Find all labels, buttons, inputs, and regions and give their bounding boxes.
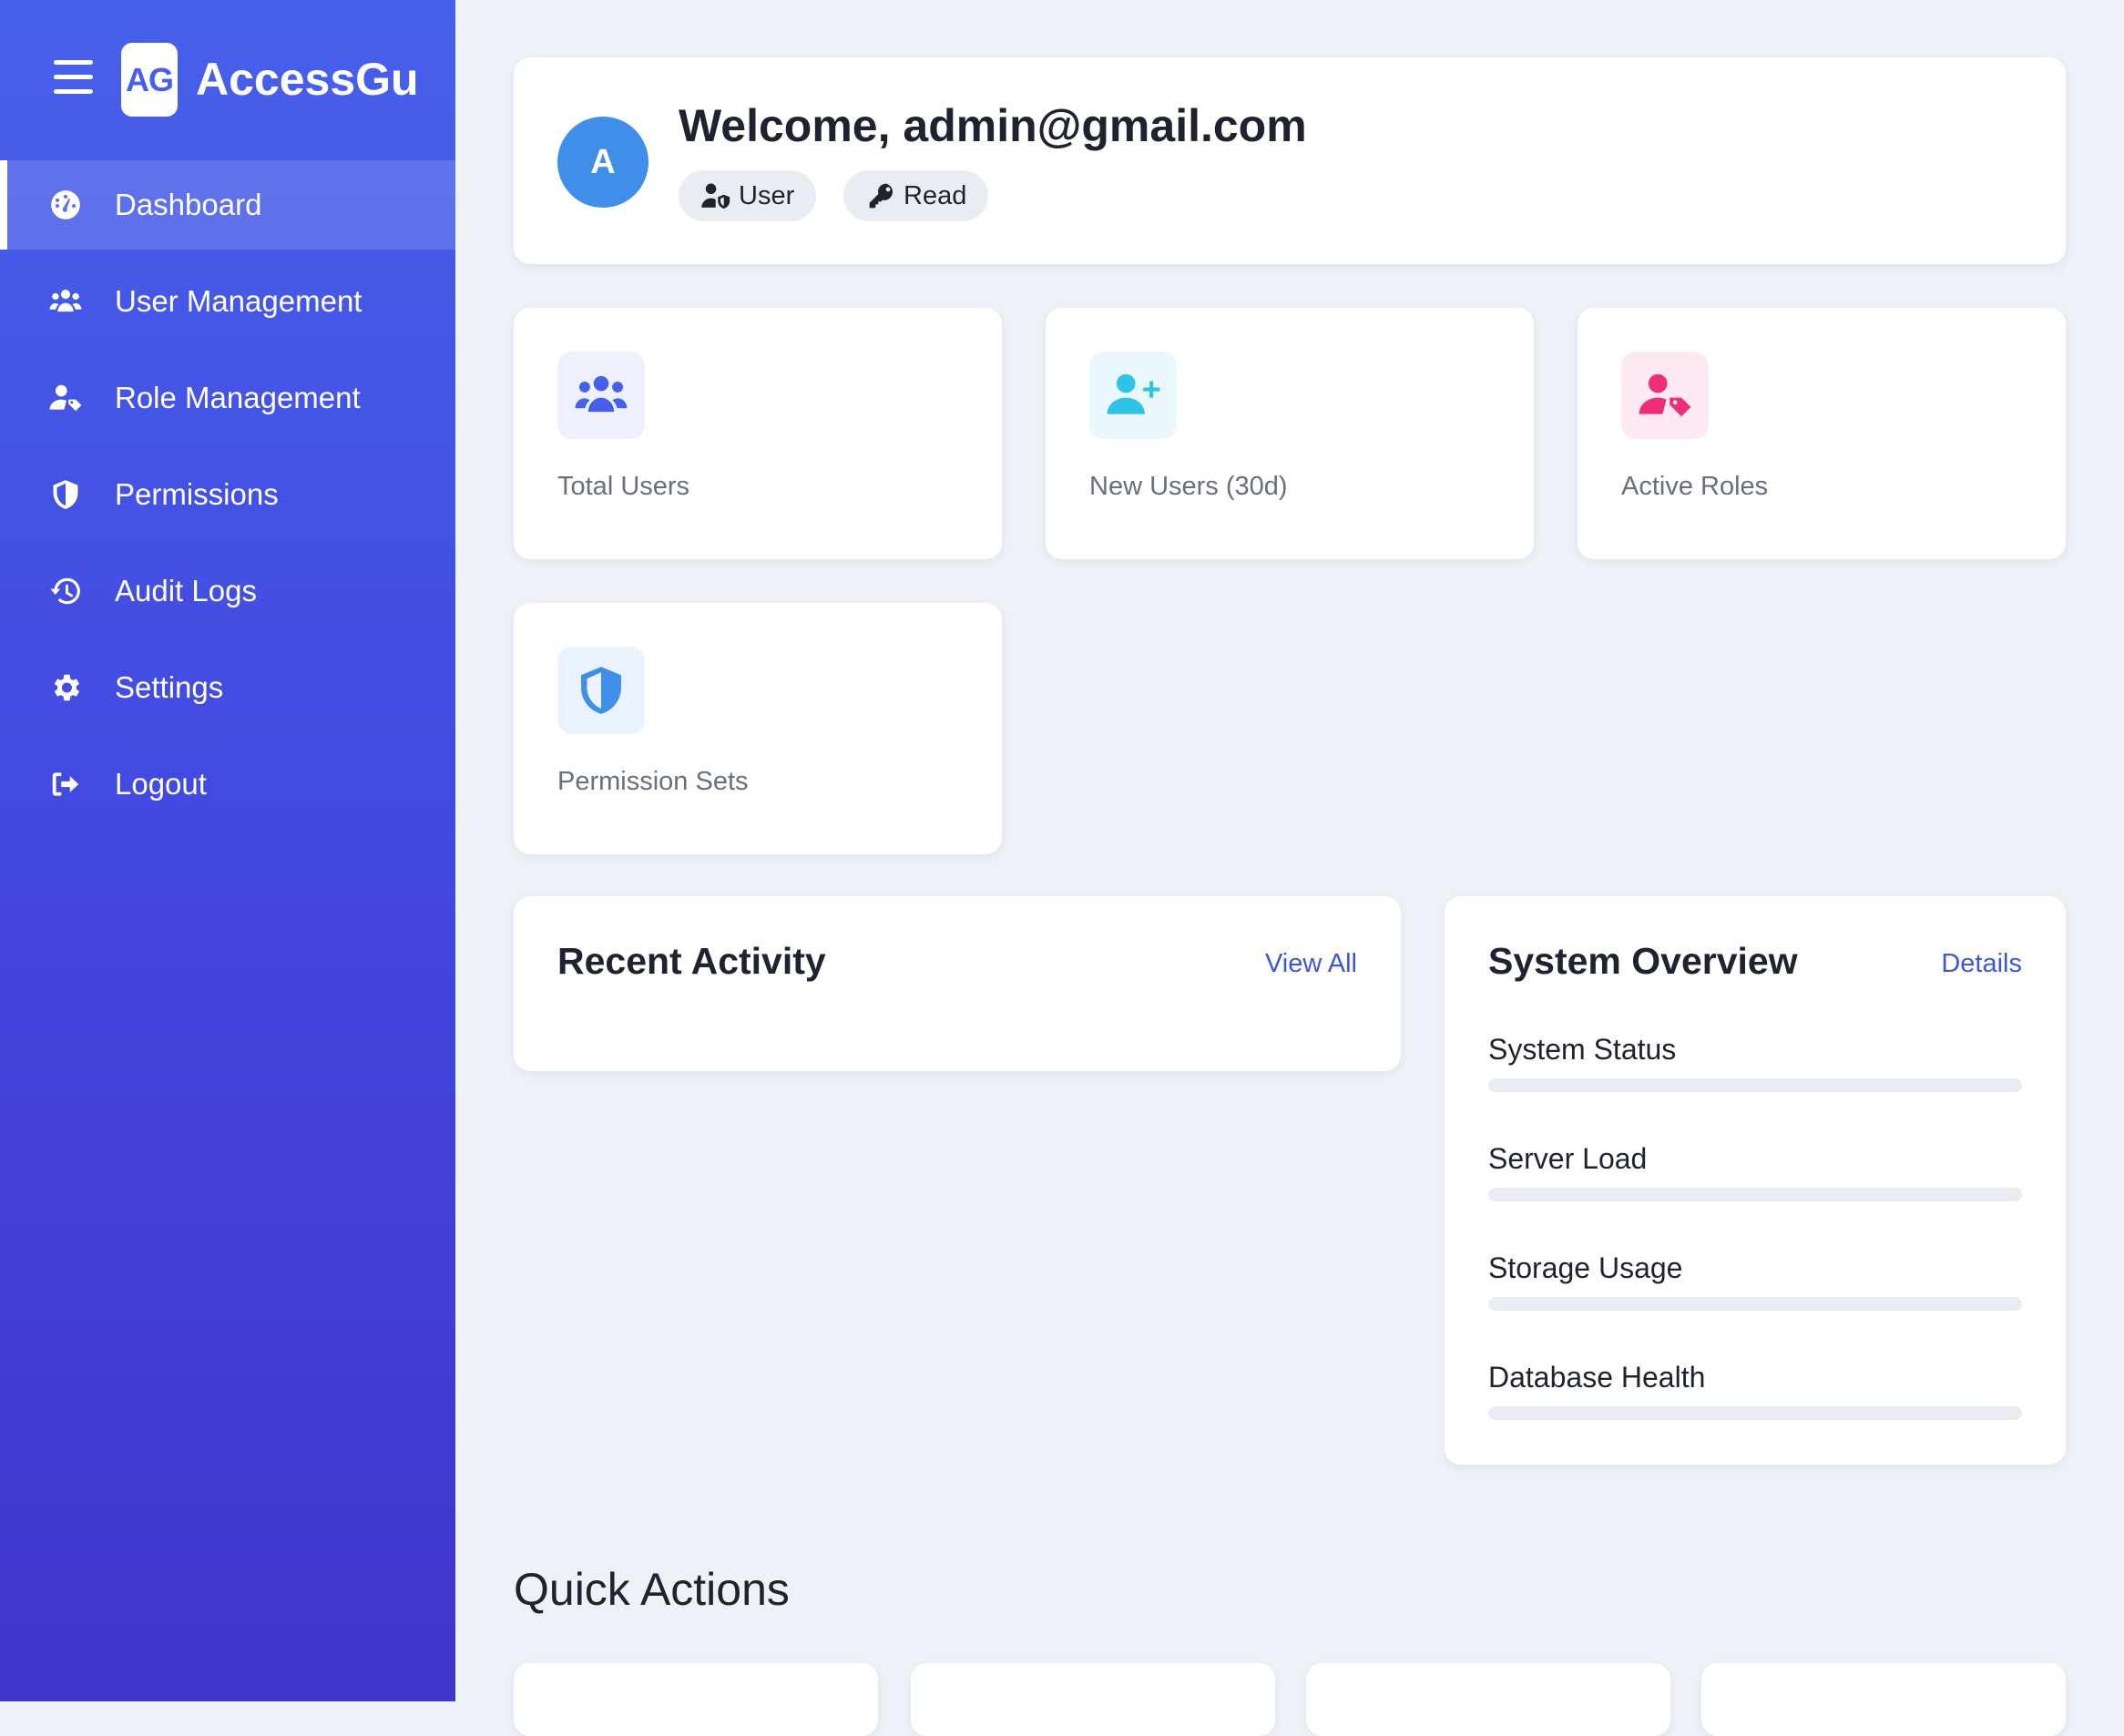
shield-halved-icon (557, 647, 645, 734)
stat-label: Permission Sets (557, 767, 749, 796)
stat-label: Active Roles (1621, 472, 1769, 501)
users-group-icon (47, 283, 84, 320)
quick-action-card[interactable] (514, 1663, 878, 1736)
stat-label: New Users (30d) (1089, 472, 1288, 501)
metric-label: Server Load (1488, 1142, 1648, 1175)
metric-label: Storage Usage (1488, 1251, 1683, 1284)
sidebar-item-permissions[interactable]: Permissions (0, 450, 455, 539)
avatar[interactable]: A (557, 117, 648, 208)
stat-card-active-roles[interactable]: Active Roles (1578, 308, 2066, 559)
sidebar-item-dashboard[interactable]: Dashboard (0, 160, 455, 250)
storage-usage-progress (1488, 1297, 2022, 1311)
sidebar-item-label: User Management (115, 284, 363, 318)
history-icon (47, 573, 84, 609)
user-shield-icon (701, 183, 730, 209)
shield-icon (47, 476, 84, 513)
sign-out-icon (47, 766, 84, 802)
sidebar: AG AccessGu Dashboard User Management Ro… (0, 0, 455, 1701)
sidebar-item-label: Settings (115, 670, 224, 704)
sidebar-item-label: Dashboard (115, 188, 262, 221)
quick-action-card[interactable] (911, 1663, 1275, 1736)
hamburger-menu-icon[interactable] (54, 60, 93, 95)
system-status-progress (1488, 1078, 2022, 1092)
sidebar-item-label: Role Management (115, 381, 361, 414)
brand-header: AG AccessGu (0, 0, 455, 159)
welcome-title: Welcome, admin@gmail.com (679, 100, 1307, 151)
quick-action-card[interactable] (1306, 1663, 1670, 1736)
sidebar-item-label: Audit Logs (115, 574, 257, 608)
dashboard-gauge-icon (47, 187, 84, 223)
sidebar-item-settings[interactable]: Settings (0, 643, 455, 732)
quick-action-card[interactable] (1701, 1663, 2066, 1736)
sidebar-item-audit-logs[interactable]: Audit Logs (0, 546, 455, 636)
stat-card-total-users[interactable]: Total Users (514, 308, 1002, 559)
sidebar-item-logout[interactable]: Logout (0, 740, 455, 829)
system-overview-title: System Overview (1488, 940, 1798, 982)
users-group-icon (557, 352, 645, 439)
sidebar-nav: Dashboard User Management Role Managemen… (0, 160, 455, 836)
stat-card-permission-sets[interactable]: Permission Sets (514, 603, 1002, 854)
brand-name[interactable]: AccessGu (196, 53, 419, 106)
gear-icon (47, 669, 84, 706)
permission-chip: Read (843, 170, 989, 221)
role-chip-label: User (739, 180, 795, 210)
sidebar-item-label: Logout (115, 767, 207, 801)
recent-activity-panel: Recent Activity View All (514, 896, 1401, 1071)
recent-activity-title: Recent Activity (557, 940, 826, 982)
role-chip: User (679, 170, 817, 221)
details-link[interactable]: Details (1941, 949, 2022, 979)
sidebar-item-label: Permissions (115, 477, 279, 511)
metric-label: System Status (1488, 1033, 1677, 1066)
stat-label: Total Users (557, 472, 690, 501)
server-load-progress (1488, 1188, 2022, 1201)
stat-card-new-users[interactable]: New Users (30d) (1046, 308, 1534, 559)
view-all-link[interactable]: View All (1265, 949, 1357, 979)
permission-chip-label: Read (904, 180, 967, 210)
database-health-progress (1488, 1406, 2022, 1420)
user-tag-icon (47, 380, 84, 416)
key-icon (869, 183, 893, 209)
welcome-card: A Welcome, admin@gmail.com User Read (514, 57, 2066, 264)
system-overview-panel: System Overview Details System Status Se… (1445, 896, 2066, 1465)
brand-logo[interactable]: AG (121, 43, 178, 117)
quick-actions-title: Quick Actions (514, 1564, 790, 1615)
user-tag-icon (1621, 352, 1709, 439)
metric-label: Database Health (1488, 1361, 1706, 1394)
user-plus-icon (1089, 352, 1177, 439)
sidebar-item-role-management[interactable]: Role Management (0, 353, 455, 443)
sidebar-item-user-management[interactable]: User Management (0, 257, 455, 346)
